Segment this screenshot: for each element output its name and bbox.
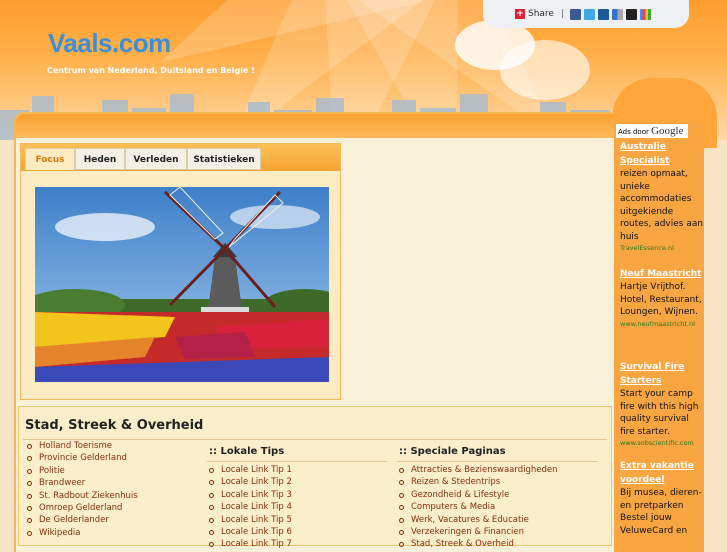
- myspace-icon[interactable]: [626, 8, 638, 20]
- share-button[interactable]: Share: [528, 9, 554, 19]
- ad-title-link[interactable]: Extra vakantie voordeel: [620, 459, 704, 487]
- tab-statistieken[interactable]: Statistieken: [187, 148, 261, 170]
- list-item[interactable]: Computers & Media: [397, 501, 558, 513]
- ad-item: Australie Specialist reizen opmaat, unie…: [620, 140, 704, 253]
- google-icon[interactable]: [640, 8, 652, 20]
- list-item[interactable]: Reizen & Stedentrips: [397, 476, 558, 488]
- list-item[interactable]: Locale Link Tip 1: [207, 464, 292, 476]
- list-item[interactable]: Locale Link Tip 5: [207, 514, 292, 526]
- google-ads: Ads door Google Australie Specialist rei…: [616, 124, 704, 545]
- tab-focus[interactable]: Focus: [25, 148, 75, 170]
- list-item[interactable]: Attracties & Bezienswaardigheden: [397, 464, 558, 476]
- list-item[interactable]: Brandweer: [25, 477, 138, 489]
- facebook-icon[interactable]: [570, 8, 582, 20]
- local-tips-list: Locale Link Tip 1 Locale Link Tip 2 Loca…: [207, 464, 292, 551]
- ad-body: Start your camp fire with this high qual…: [620, 389, 699, 437]
- tab-heden[interactable]: Heden: [75, 148, 125, 170]
- site-logo[interactable]: Vaals.com: [48, 28, 171, 59]
- list-item[interactable]: Locale Link Tip 4: [207, 501, 292, 513]
- ad-item: Neuf Maastricht Hartje Vrijthof. Hotel, …: [620, 267, 704, 329]
- ad-title-link[interactable]: Survival Fire Starters: [620, 360, 704, 388]
- list-item[interactable]: Locale Link Tip 2: [207, 476, 292, 488]
- links-section: Stad, Streek & Overheid Holland Toerisme…: [18, 406, 612, 549]
- list-item[interactable]: Provincie Gelderland: [25, 452, 138, 464]
- share-bar: + Share |: [483, 0, 689, 28]
- list-item[interactable]: Locale Link Tip 3: [207, 489, 292, 501]
- ad-body: Hartje Vrijthof. Hotel, Restaurant, Loun…: [620, 282, 702, 317]
- digg-icon[interactable]: [598, 8, 610, 20]
- windmill-photo: [35, 187, 329, 382]
- ad-body: reizen opmaat, unieke accommodaties uitg…: [620, 169, 704, 242]
- google-logo: Google: [651, 125, 684, 137]
- ad-url-link[interactable]: www.sobscientific.com: [620, 438, 704, 448]
- list-item[interactable]: St. Radbout Ziekenhuis: [25, 490, 138, 502]
- list-item[interactable]: Werk, Vacatures & Educatie: [397, 514, 558, 526]
- ad-title-link[interactable]: Neuf Maastricht: [620, 267, 704, 281]
- list-item[interactable]: Politie: [25, 465, 138, 477]
- ad-body: Bij musea, dieren- en pretparken Bestel …: [620, 488, 702, 536]
- ad-title-link[interactable]: Australie Specialist: [620, 140, 704, 168]
- section-title: Stad, Streek & Overheid: [25, 418, 204, 433]
- special-pages-heading: :: Speciale Paginas: [399, 446, 506, 457]
- site-tagline: Centrum van Nederland, Duitsland en Belg…: [47, 66, 255, 75]
- content-header-band: [16, 114, 614, 138]
- ad-url-link[interactable]: www.neufmaastricht.nl: [620, 319, 704, 329]
- official-links-list: Holland Toerisme Provincie Gelderland Po…: [25, 440, 138, 539]
- divider: [397, 461, 597, 462]
- ad-item: Extra vakantie voordeel Bij musea, diere…: [620, 459, 704, 537]
- list-item[interactable]: Wikipedia: [25, 527, 138, 539]
- separator: |: [560, 9, 565, 19]
- list-item[interactable]: Verzekeringen & Financien: [397, 526, 558, 538]
- plus-icon[interactable]: +: [515, 9, 525, 19]
- list-item[interactable]: Holland Toerisme: [25, 440, 138, 452]
- list-item[interactable]: Locale Link Tip 6: [207, 526, 292, 538]
- local-tips-heading: :: Lokale Tips: [209, 446, 285, 457]
- special-pages-list: Attracties & Bezienswaardigheden Reizen …: [397, 464, 558, 551]
- list-item[interactable]: Gezondheid & Lifestyle: [397, 489, 558, 501]
- list-item[interactable]: Omroep Gelderland: [25, 502, 138, 514]
- delicious-icon[interactable]: [612, 8, 624, 20]
- tabs-widget: Focus Heden Verleden Statistieken: [20, 143, 341, 400]
- divider: [207, 461, 387, 462]
- twitter-icon[interactable]: [584, 8, 596, 20]
- ad-url-link[interactable]: TravelEssence.nl: [620, 243, 704, 253]
- ad-item: Survival Fire Starters Start your camp f…: [620, 360, 704, 448]
- ads-by-google-label[interactable]: Ads door Google: [616, 124, 688, 138]
- tab-verleden[interactable]: Verleden: [125, 148, 187, 170]
- tab-bar: Focus Heden Verleden Statistieken: [21, 144, 340, 171]
- list-item[interactable]: De Gelderlander: [25, 514, 138, 526]
